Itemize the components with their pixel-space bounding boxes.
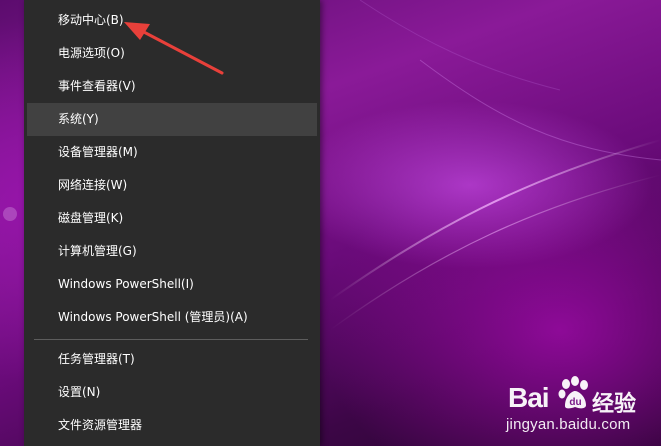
menu-item-settings[interactable]: 设置(N) bbox=[27, 376, 317, 409]
menu-item-task-manager[interactable]: 任务管理器(T) bbox=[27, 343, 317, 376]
menu-item-computer-management[interactable]: 计算机管理(G) bbox=[27, 235, 317, 268]
menu-separator bbox=[34, 339, 308, 340]
winx-context-menu: 移动中心(B) 电源选项(O) 事件查看器(V) 系统(Y) 设备管理器(M) … bbox=[24, 0, 320, 446]
watermark-suffix: 经验 bbox=[592, 392, 637, 417]
baidu-jingyan-watermark: Bai du 经验 jingyan.baidu.com bbox=[506, 376, 656, 442]
svg-text:du: du bbox=[569, 397, 581, 408]
desktop-screen: 移动中心(B) 电源选项(O) 事件查看器(V) 系统(Y) 设备管理器(M) … bbox=[0, 0, 661, 446]
menu-item-disk-management[interactable]: 磁盘管理(K) bbox=[27, 202, 317, 235]
menu-item-network-connections[interactable]: 网络连接(W) bbox=[27, 169, 317, 202]
menu-item-powershell-admin[interactable]: Windows PowerShell (管理员)(A) bbox=[27, 301, 317, 334]
menu-item-power-options[interactable]: 电源选项(O) bbox=[27, 37, 317, 70]
watermark-url: jingyan.baidu.com bbox=[506, 416, 631, 433]
menu-item-file-explorer[interactable]: 文件资源管理器 bbox=[27, 409, 317, 442]
menu-item-powershell[interactable]: Windows PowerShell(I) bbox=[27, 268, 317, 301]
menu-item-event-viewer[interactable]: 事件查看器(V) bbox=[27, 70, 317, 103]
watermark-brand: Bai bbox=[508, 382, 550, 413]
menu-item-system[interactable]: 系统(Y) bbox=[27, 103, 317, 136]
menu-item-mobility-center[interactable]: 移动中心(B) bbox=[27, 4, 317, 37]
baidu-paw-icon: du bbox=[558, 376, 588, 409]
menu-item-device-manager[interactable]: 设备管理器(M) bbox=[27, 136, 317, 169]
